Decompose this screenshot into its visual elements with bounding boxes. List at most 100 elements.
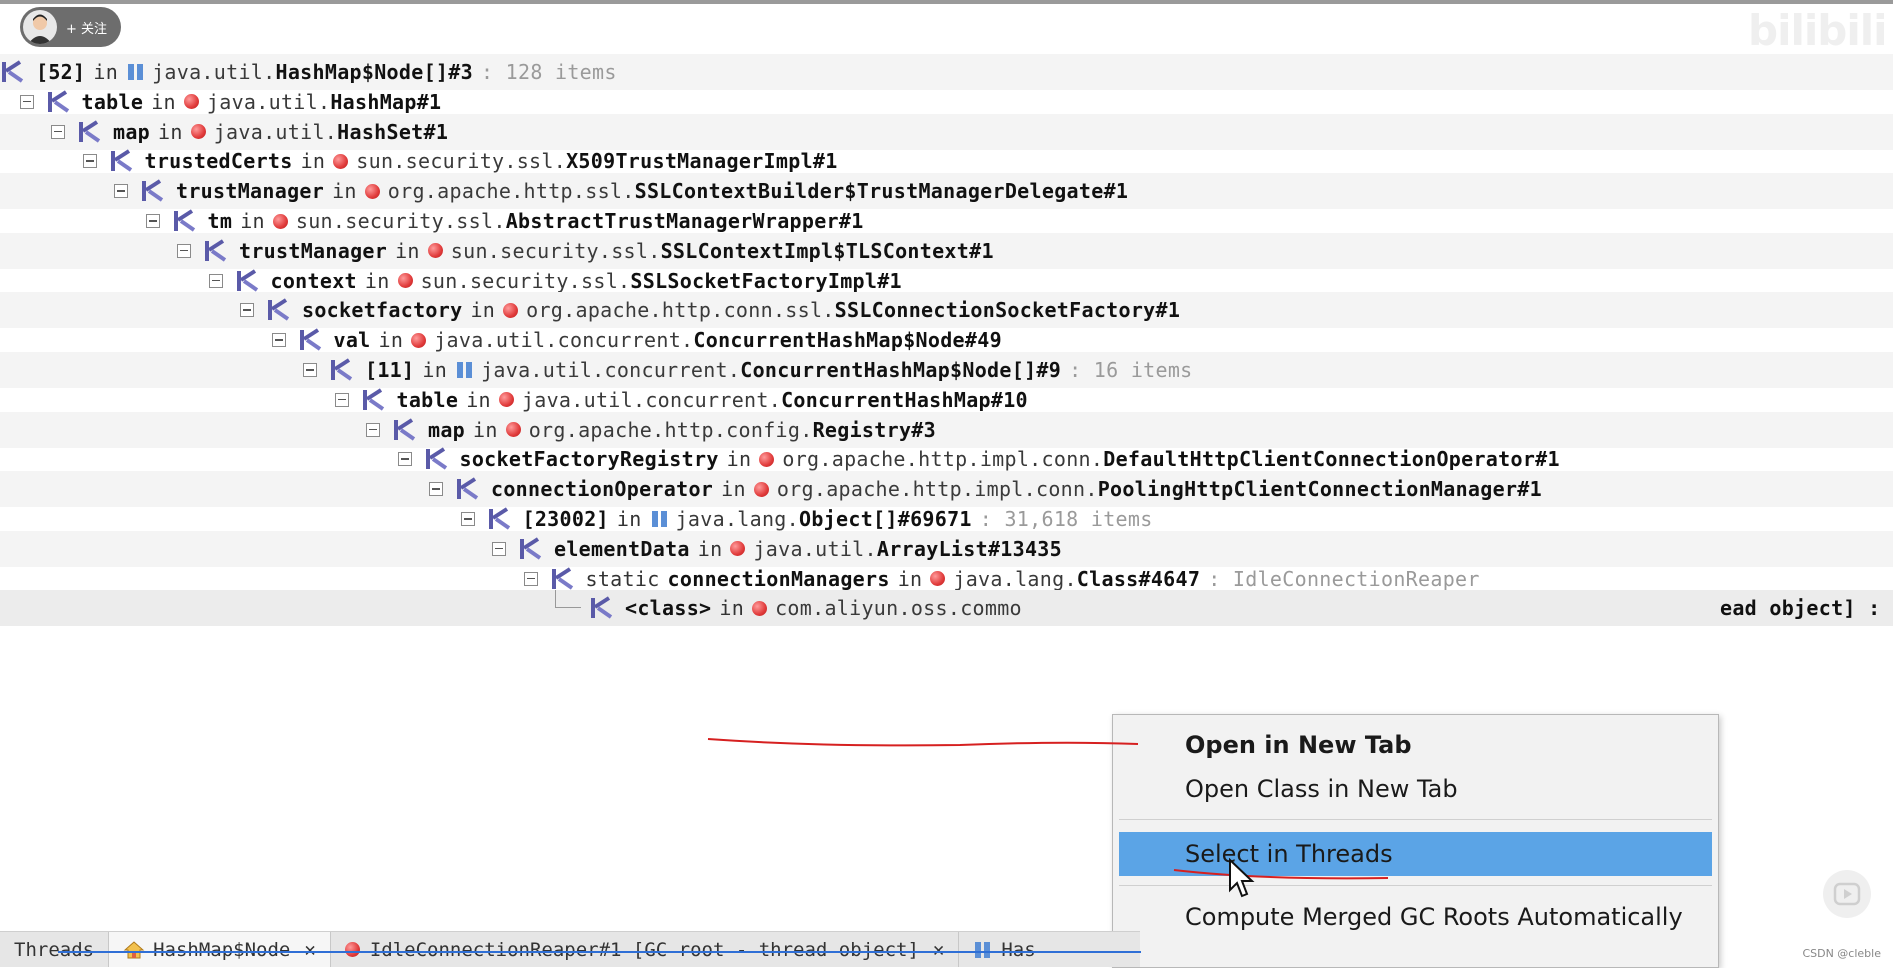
field-name: <class> — [625, 596, 712, 621]
menu-item-open-in-new-tab[interactable]: Open in New Tab — [1113, 723, 1718, 767]
object-icon — [753, 481, 769, 497]
in-keyword: in — [719, 596, 745, 621]
package-name: java.util. — [152, 60, 276, 84]
package-name: java.util.concurrent. — [521, 387, 782, 412]
play-button-icon[interactable] — [1823, 870, 1871, 918]
collapse-toggle-icon[interactable] — [114, 184, 128, 199]
package-name: org.apache.http.ssl. — [387, 179, 635, 204]
reference-icon — [0, 59, 26, 85]
array-icon — [975, 941, 991, 958]
object-icon — [930, 571, 946, 587]
collapse-toggle-icon[interactable] — [429, 482, 443, 497]
gc-root-note: ead object] : — [1720, 596, 1881, 621]
collapse-toggle-icon[interactable] — [492, 541, 506, 556]
in-keyword: in — [726, 447, 752, 472]
bilibili-watermark-logo: bilibili — [1748, 6, 1888, 55]
package-name: sun.security.ssl. — [450, 238, 661, 263]
reference-icon — [424, 446, 450, 472]
close-tab-icon[interactable]: ✕ — [304, 939, 315, 961]
tab-underline — [58, 951, 1141, 953]
collapse-toggle-icon[interactable] — [240, 303, 254, 318]
collapse-toggle-icon[interactable] — [208, 273, 223, 288]
collapse-toggle-icon[interactable] — [397, 452, 412, 467]
field-name: [23002] — [522, 507, 609, 531]
tab-label: Threads — [14, 938, 95, 961]
field-name: connectionOperator — [491, 477, 714, 502]
class-instance: SSLContextBuilder$TrustManagerDelegate#1 — [634, 179, 1129, 204]
class-instance: HashMap$Node[]#3 — [275, 60, 473, 84]
class-instance: X509TrustManagerImpl#1 — [566, 149, 838, 174]
in-keyword: in — [473, 417, 498, 442]
home-icon — [123, 940, 145, 958]
object-icon — [333, 153, 349, 169]
menu-item-select-in-threads[interactable]: Select in Threads — [1119, 832, 1712, 876]
collapse-toggle-icon[interactable] — [303, 363, 317, 377]
item-count-note: : 31,618 items — [979, 507, 1153, 531]
reference-icon — [487, 506, 513, 532]
object-icon — [503, 302, 519, 318]
annotation-underline-class — [707, 738, 1139, 747]
in-keyword: in — [300, 149, 326, 174]
in-keyword: in — [697, 536, 723, 561]
class-instance: SSLSocketFactoryImpl#1 — [630, 268, 902, 293]
reference-icon — [77, 119, 103, 145]
object-icon — [190, 124, 206, 140]
package-name: org.apache.http.config. — [528, 417, 813, 442]
reference-icon — [361, 387, 387, 413]
tab-hashmap-node[interactable]: HashMap$Node ✕ — [109, 932, 331, 967]
menu-item-open-class-in-new-tab[interactable]: Open Class in New Tab — [1113, 767, 1718, 811]
in-keyword: in — [422, 358, 448, 382]
avatar[interactable] — [23, 10, 57, 44]
object-icon — [272, 213, 288, 229]
object-icon — [505, 422, 521, 438]
package-name: java.lang. — [675, 507, 799, 531]
uploader-follow-pill[interactable]: + 关注 — [20, 7, 121, 47]
follow-button-label[interactable]: + 关注 — [66, 18, 107, 37]
class-instance: Class#4647 — [1076, 566, 1201, 591]
in-keyword: in — [466, 387, 491, 412]
collapse-toggle-icon[interactable] — [271, 333, 286, 348]
collapse-toggle-icon[interactable] — [177, 243, 191, 258]
reference-icon — [235, 268, 261, 294]
tree-row[interactable]: <class> in com.aliyun.oss.commo ead object]… — [0, 590, 1893, 627]
menu-separator — [1119, 885, 1712, 886]
collapse-toggle-icon[interactable] — [460, 512, 475, 526]
field-name: trustedCerts — [144, 149, 293, 174]
object-icon — [427, 243, 443, 259]
package-name: java.lang. — [953, 566, 1077, 591]
tab-idle-connection-reaper[interactable]: IdleConnectionReaper#1 [GC root - thread… — [331, 932, 960, 967]
collapse-toggle-icon[interactable] — [523, 571, 538, 586]
object-icon — [730, 541, 746, 557]
collapse-toggle-icon[interactable] — [19, 94, 34, 109]
class-instance: ConcurrentHashMap$Node#49 — [693, 328, 1002, 353]
array-icon — [650, 509, 670, 529]
tree-connector — [555, 590, 581, 609]
class-instance: ConcurrentHashMap$Node[]#9 — [740, 358, 1062, 382]
reference-icon — [298, 327, 324, 353]
package-name: sun.security.ssl. — [420, 268, 631, 293]
collapse-toggle-icon[interactable] — [51, 124, 65, 139]
in-keyword: in — [616, 507, 642, 531]
collapse-toggle-icon[interactable] — [366, 422, 380, 437]
class-instance: AbstractTrustManagerWrapper#1 — [505, 209, 864, 233]
item-count-note: : IdleConnectionReaper — [1208, 566, 1480, 591]
collapse-toggle-icon[interactable] — [334, 392, 349, 407]
reference-icon — [518, 536, 544, 562]
reference-icon — [455, 476, 481, 502]
collapse-toggle-icon[interactable] — [145, 214, 160, 228]
field-name: context — [270, 268, 357, 293]
in-keyword: in — [897, 566, 923, 591]
package-name: java.util. — [213, 119, 338, 144]
menu-item-compute-merged-gc-roots[interactable]: Compute Merged GC Roots Automatically — [1113, 895, 1718, 939]
reference-icon — [203, 238, 229, 264]
close-tab-icon[interactable]: ✕ — [933, 939, 944, 961]
package-name: sun.security.ssl. — [295, 209, 506, 233]
reference-icon — [140, 178, 166, 204]
package-name: org.apache.http.impl.conn. — [776, 477, 1098, 502]
tab-label: Has — [1001, 938, 1036, 961]
tab-threads[interactable]: Threads — [0, 932, 110, 967]
class-instance: PoolingHttpClientConnectionManager#1 — [1097, 477, 1542, 502]
collapse-toggle-icon[interactable] — [82, 154, 97, 169]
tab-hash-truncated[interactable]: Has — [959, 932, 1049, 967]
field-name: val — [333, 328, 371, 353]
